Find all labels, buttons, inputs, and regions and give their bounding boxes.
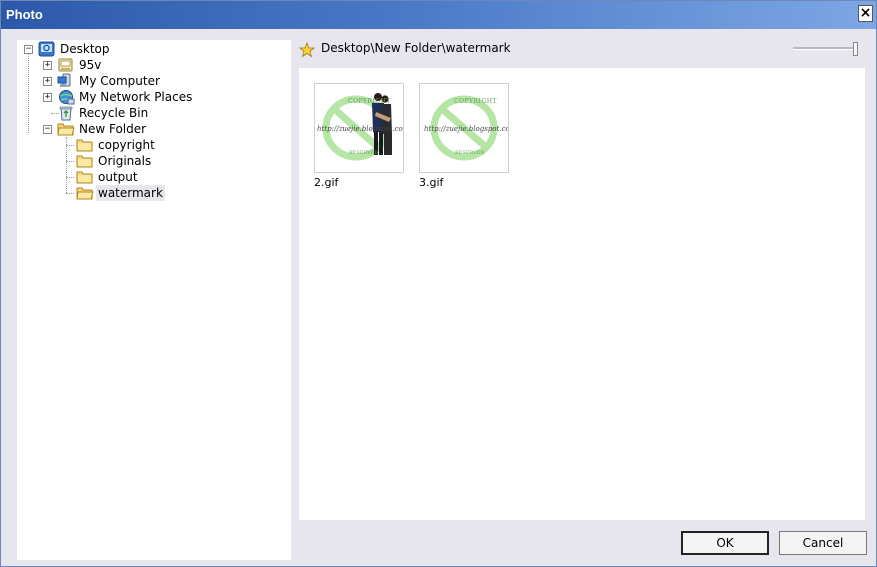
tree-item-new-folder[interactable]: − New Folder xyxy=(17,121,287,137)
folder-icon xyxy=(76,171,93,184)
zoom-slider-thumb[interactable] xyxy=(853,42,858,56)
recycle-bin-icon xyxy=(59,106,73,121)
tree-item-label: copyright xyxy=(98,138,155,152)
thumbnail-caption: 2.gif xyxy=(314,176,339,189)
folder-tree: − Desktop + 95v + My Computer + My Netwo… xyxy=(17,40,291,560)
thumbnail-caption: 3.gif xyxy=(419,176,444,189)
ring-bottom-text: RESERVED xyxy=(455,150,485,156)
tree-item-95v[interactable]: + 95v xyxy=(17,57,287,73)
tree-item-label: 95v xyxy=(79,58,102,72)
tree-item-output[interactable]: output xyxy=(17,169,287,185)
window-title: Photo xyxy=(6,7,43,22)
folder-open-icon xyxy=(76,187,94,200)
tree-item-label-selected: watermark xyxy=(96,185,165,201)
tree-item-label: Desktop xyxy=(60,42,110,56)
folder-icon xyxy=(76,155,93,168)
cancel-button[interactable]: Cancel xyxy=(779,531,867,555)
ring-top-text: COPYRIGHT xyxy=(454,98,497,105)
desktop-icon xyxy=(38,41,55,57)
computer-icon xyxy=(57,73,71,87)
photo-dialog: Photo × − Desktop + 95v + My Computer + … xyxy=(0,0,877,567)
tree-item-desktop[interactable]: − Desktop xyxy=(17,41,287,57)
thumbnail-2gif[interactable]: COPYRIGHT http://zuejie.blogspot.com RES… xyxy=(314,83,404,173)
tree-item-label: My Network Places xyxy=(79,90,193,104)
ok-button[interactable]: OK xyxy=(681,531,769,555)
tree-item-copyright[interactable]: copyright xyxy=(17,137,287,153)
tree-item-label: Recycle Bin xyxy=(79,106,149,120)
title-bar: Photo × xyxy=(1,1,876,29)
drive-icon xyxy=(58,58,73,72)
expand-toggle[interactable]: + xyxy=(43,61,52,70)
tree-item-my-network-places[interactable]: + My Network Places xyxy=(17,89,287,105)
tree-item-recycle-bin[interactable]: Recycle Bin xyxy=(17,105,287,121)
tree-item-label: output xyxy=(98,170,138,184)
watermark-url: http://zuejie.blogspot.com xyxy=(317,125,404,133)
expand-toggle[interactable]: + xyxy=(43,93,52,102)
current-path: Desktop\New Folder\watermark xyxy=(321,41,511,55)
thumbnail-3gif[interactable]: COPYRIGHT http://zuejie.blogspot.com RES… xyxy=(419,83,509,173)
folder-icon xyxy=(76,139,93,152)
collapse-toggle[interactable]: − xyxy=(24,45,33,54)
star-icon[interactable] xyxy=(299,42,315,58)
tree-item-label: New Folder xyxy=(79,122,147,136)
collapse-toggle[interactable]: − xyxy=(43,125,52,134)
close-button[interactable]: × xyxy=(858,5,873,22)
tree-item-watermark[interactable]: watermark xyxy=(17,185,287,201)
tree-item-my-computer[interactable]: + My Computer xyxy=(17,73,287,89)
expand-toggle[interactable]: + xyxy=(43,77,52,86)
network-places-icon xyxy=(59,90,75,105)
watermark-url: http://zuejie.blogspot.com xyxy=(424,125,509,133)
zoom-slider-track[interactable] xyxy=(793,47,855,50)
file-view: COPYRIGHT http://zuejie.blogspot.com RES… xyxy=(299,68,865,520)
tree-item-label: My Computer xyxy=(79,74,160,88)
tree-item-originals[interactable]: Originals xyxy=(17,153,287,169)
ring-bottom-text: RESERVED xyxy=(349,150,379,156)
folder-open-icon xyxy=(57,123,75,136)
ring-top-text: COPYRIGHT xyxy=(348,98,391,105)
tree-item-label: Originals xyxy=(98,154,152,168)
